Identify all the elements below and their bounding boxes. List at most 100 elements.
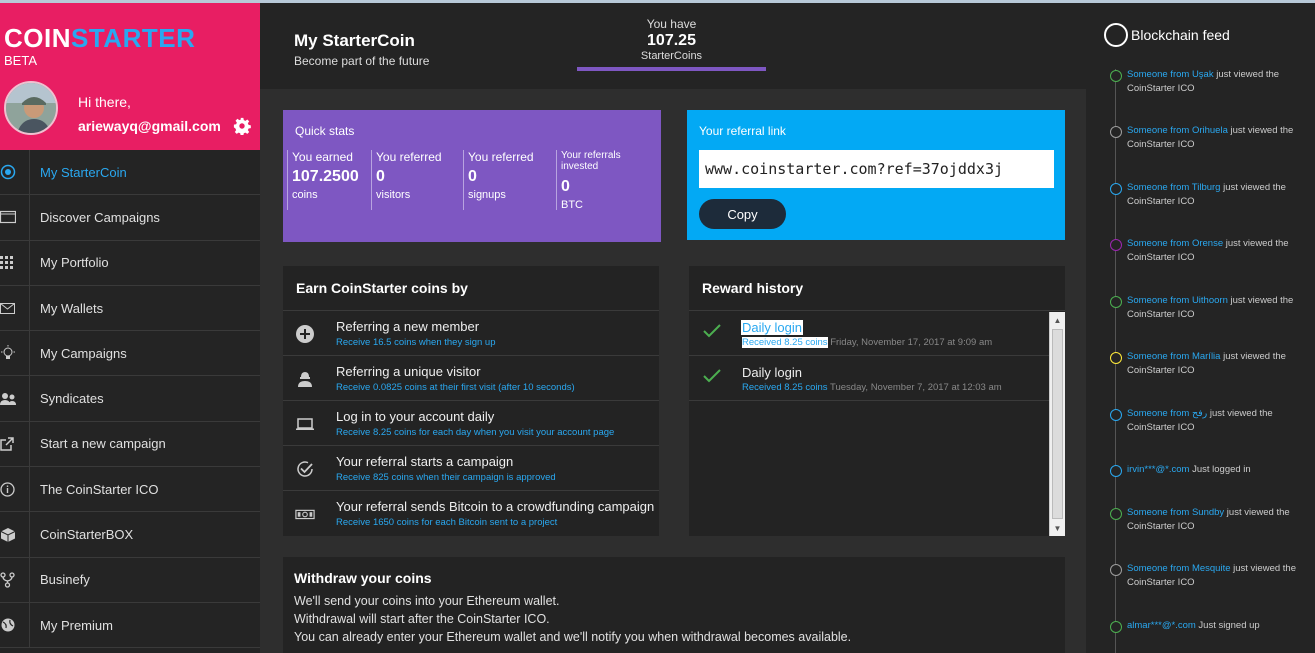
feed-item-actor[interactable]: Someone from Orense [1127,238,1223,249]
feed-title: Blockchain feed [1131,27,1230,43]
reward-scrollbar[interactable]: ▲ ▼ [1049,312,1065,536]
avatar[interactable] [4,81,58,135]
feed-item-actor[interactable]: irvin***@*.com [1127,464,1189,475]
status-dot-icon [1110,409,1122,421]
scroll-down-arrow-icon[interactable]: ▼ [1050,520,1065,536]
scroll-up-arrow-icon[interactable]: ▲ [1050,312,1065,328]
status-dot-icon [1110,70,1122,82]
earn-item-detail: Receive 8.25 coins for each day when you… [336,427,615,438]
copy-button[interactable]: Copy [699,199,786,229]
stat-label: You referred [376,150,442,164]
sidebar-item-my-portfolio[interactable]: My Portfolio [0,240,260,286]
list-item: Referring a new member Receive 16.5 coin… [283,311,659,356]
sidebar-item-discover-campaigns[interactable]: Discover Campaigns [0,195,260,241]
feed-item-text: Someone from Orihuela just viewed the Co… [1127,124,1312,152]
stat-signups: You referred 0 signups [463,150,555,210]
sidebar-item-my-premium[interactable]: My Premium [0,602,260,649]
earn-title: Earn CoinStarter coins by [283,266,659,311]
plus-circle-icon [296,325,314,343]
feed-item-actor[interactable]: Someone from Tilburg [1127,182,1220,193]
gear-icon[interactable] [233,117,251,135]
withdraw-card: Withdraw your coins We'll send your coin… [283,557,1065,653]
balance-label: You have [646,17,697,31]
feed-item-action: Just logged in [1189,464,1251,475]
envelope-icon [0,285,30,331]
feed-item-actor[interactable]: Someone from Sundby [1127,507,1224,518]
quick-stats-card: Quick stats You earned 107.2500 coins Yo… [283,110,661,242]
feed-item-text: Someone from Tilburg just viewed the Coi… [1127,181,1312,209]
avatar-image [6,83,56,133]
balance-unit: StarterCoins [640,50,703,62]
list-item: Log in to your account daily Receive 8.2… [283,401,659,446]
user-icon [298,372,312,387]
feed-item-action: Just signed up [1195,620,1260,631]
feed-item-actor[interactable]: Someone from Mesquite [1127,563,1231,574]
status-dot-icon [1110,564,1122,576]
check-icon [703,369,721,383]
sidebar-nav: My StarterCoin Discover Campaigns My Por… [0,150,260,649]
reward-item-detail: Received 8.25 coins Tuesday, November 7,… [742,382,1002,393]
reward-date: Tuesday, November 7, 2017 at 12:03 am [827,382,1002,393]
feed-item-actor[interactable]: Someone from Marília [1127,351,1220,362]
earn-item-title: Your referral starts a campaign [336,454,514,469]
stat-invested: Your referrals invested 0 BTC [556,150,660,211]
reward-history-title: Reward history [689,266,1065,311]
money-icon [295,509,315,520]
earn-item-title: Referring a unique visitor [336,364,481,379]
status-dot-icon [1110,621,1122,633]
feed-item-text: Someone from Uithoorn just viewed the Co… [1127,294,1312,322]
page-header: My StarterCoin Become part of the future… [260,3,1086,89]
feed-header: Blockchain feed [1104,23,1230,47]
earn-item-detail: Receive 1650 coins for each Bitcoin sent… [336,517,558,528]
feed-item-text: Someone from Mesquite just viewed the Co… [1127,562,1312,590]
reward-history-list: Daily login Received 8.25 coins Friday, … [689,311,1049,536]
feed-item-actor[interactable]: Someone from Uithoorn [1127,295,1228,306]
check-icon [703,324,721,338]
withdraw-text-line: We'll send your coins into your Ethereum… [294,594,560,608]
sidebar-item-businefy[interactable]: Businefy [0,557,260,603]
list-item[interactable]: Daily login Received 8.25 coins Tuesday,… [689,356,1049,401]
stat-label: Your referrals invested [561,150,621,172]
list-item: Your referral starts a campaign Receive … [283,446,659,491]
earn-coins-card: Earn CoinStarter coins by Referring a ne… [283,266,659,536]
earn-item-detail: Receive 16.5 coins when they sign up [336,337,496,348]
stat-value: 0 [376,168,385,185]
reward-date: Friday, November 17, 2017 at 9:09 am [827,337,993,348]
referral-link-input[interactable] [699,150,1054,188]
scrollbar-thumb[interactable] [1052,329,1063,519]
sidebar-item-coinstarterbox[interactable]: CoinStarterBOX [0,512,260,558]
laptop-icon [296,418,314,430]
target-icon [0,150,30,195]
list-item: Your referral sends Bitcoin to a crowdfu… [283,491,659,536]
sidebar-item-coinstarter-ico[interactable]: The CoinStarter ICO [0,467,260,513]
reward-amount: Received 8.25 coins [742,337,828,348]
sidebar-item-label: CoinStarterBOX [40,527,134,543]
sidebar-item-label: The CoinStarter ICO [40,481,159,497]
withdraw-text-line: You can already enter your Ethereum wall… [294,630,852,644]
list-item: Referring a unique visitor Receive 0.082… [283,356,659,401]
box-icon [0,512,30,557]
brand-panel: COINSTARTER BETA Hi there, ariewayq@gmai… [0,3,260,150]
logo[interactable]: COINSTARTER [4,23,195,54]
sidebar-item-my-startercoin[interactable]: My StarterCoin [0,150,260,196]
logo-part-starter: STARTER [71,23,196,53]
feed-item-actor[interactable]: Someone from Orihuela [1127,125,1228,136]
sidebar-item-my-campaigns[interactable]: My Campaigns [0,331,260,377]
feed-item-actor[interactable]: Someone from رفح [1127,408,1207,419]
earn-item-detail: Receive 825 coins when their campaign is… [336,472,556,483]
sidebar-item-label: My StarterCoin [40,164,127,180]
sidebar-item-start-campaign[interactable]: Start a new campaign [0,421,260,468]
feed-item-actor[interactable]: almar***@*.com [1127,620,1196,631]
feed-item-actor[interactable]: Someone from Uşak [1127,69,1214,80]
sidebar-item-label: My Portfolio [40,255,109,271]
stat-unit: BTC [561,199,583,211]
feed-item-text: Someone from Uşak just viewed the CoinSt… [1127,68,1312,96]
stat-value: 0 [561,178,570,195]
earn-item-title: Your referral sends Bitcoin to a crowdfu… [336,499,655,514]
sidebar-item-syndicates[interactable]: Syndicates [0,376,260,422]
stat-label: You referred [468,150,534,164]
list-item[interactable]: Daily login Received 8.25 coins Friday, … [689,311,1049,356]
greeting: Hi there, [78,94,131,110]
withdraw-title: Withdraw your coins [294,570,432,586]
sidebar-item-my-wallets[interactable]: My Wallets [0,285,260,332]
